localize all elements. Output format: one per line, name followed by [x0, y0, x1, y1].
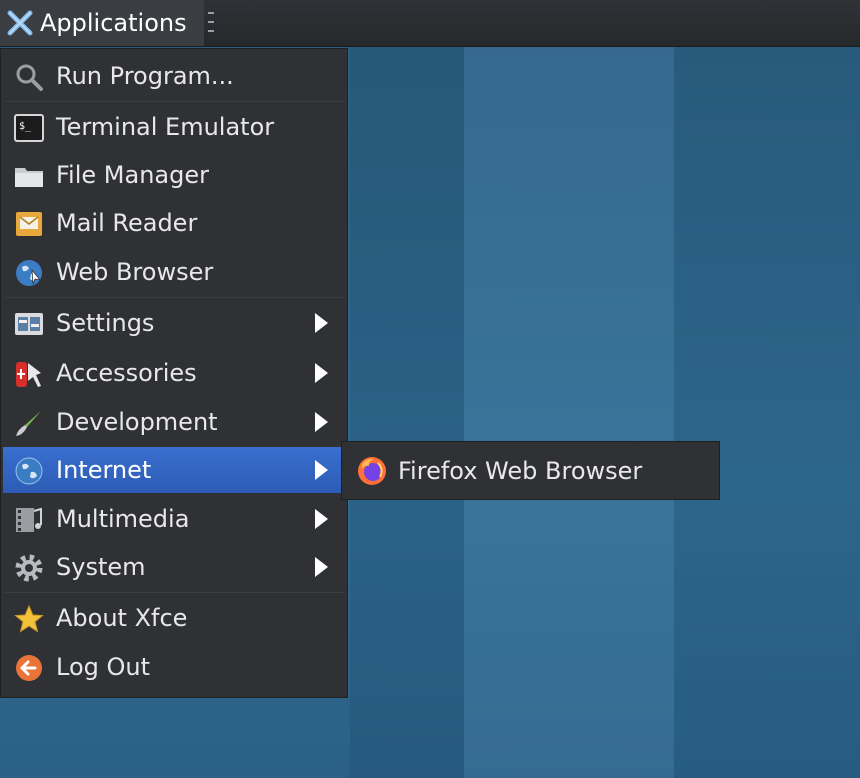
applications-menu: Run Program... $_ Terminal Emulator File…	[0, 48, 348, 698]
menu-item-label: Web Browser	[56, 258, 214, 286]
accessories-icon	[13, 358, 45, 390]
menu-item-settings[interactable]: Settings	[3, 300, 347, 346]
mail-icon	[13, 208, 45, 240]
menu-item-label: System	[56, 553, 146, 581]
submenu-arrow-icon	[315, 557, 328, 577]
menu-item-terminal-emulator[interactable]: $_ Terminal Emulator	[3, 104, 347, 150]
submenu-item-firefox[interactable]: Firefox Web Browser	[344, 447, 716, 495]
menu-item-mail-reader[interactable]: Mail Reader	[3, 200, 347, 246]
panel-handle[interactable]	[208, 12, 216, 32]
menu-item-file-manager[interactable]: File Manager	[3, 152, 347, 198]
applications-menu-button[interactable]: Applications	[0, 0, 204, 46]
svg-text:$_: $_	[19, 121, 32, 132]
folder-icon	[13, 160, 45, 192]
logout-icon	[13, 652, 45, 684]
menu-item-label: Run Program...	[56, 62, 234, 90]
terminal-icon: $_	[13, 112, 45, 144]
globe-icon	[13, 257, 45, 289]
top-panel: Applications	[0, 0, 860, 47]
menu-item-label: Log Out	[56, 653, 151, 681]
submenu-arrow-icon	[315, 460, 328, 480]
submenu-arrow-icon	[315, 509, 328, 529]
menu-item-label: Accessories	[56, 359, 197, 387]
settings-icon	[13, 308, 45, 340]
submenu-arrow-icon	[315, 313, 328, 333]
xfce-logo-icon	[7, 10, 33, 36]
menu-item-label: Multimedia	[56, 505, 190, 533]
menu-item-label: Settings	[56, 309, 155, 337]
submenu-arrow-icon	[315, 412, 328, 432]
menu-item-run-program[interactable]: Run Program...	[3, 53, 347, 99]
menu-item-system[interactable]: System	[3, 544, 347, 590]
internet-submenu: Firefox Web Browser	[341, 441, 720, 500]
menu-item-about-xfce[interactable]: About Xfce	[3, 595, 347, 641]
menu-separator	[5, 297, 345, 298]
menu-separator	[5, 101, 345, 102]
applications-label: Applications	[40, 9, 187, 37]
submenu-item-label: Firefox Web Browser	[398, 457, 643, 485]
wallpaper-stripe	[674, 46, 860, 778]
menu-item-label: About Xfce	[56, 604, 188, 632]
search-icon	[13, 61, 45, 93]
menu-item-label: Mail Reader	[56, 209, 198, 237]
submenu-arrow-icon	[315, 363, 328, 383]
menu-item-log-out[interactable]: Log Out	[3, 644, 347, 690]
wallpaper-stripe	[350, 46, 464, 778]
menu-item-development[interactable]: Development	[3, 399, 347, 445]
globe-icon	[13, 455, 45, 487]
wallpaper-stripe	[464, 46, 674, 778]
menu-separator	[5, 592, 345, 593]
menu-item-label: Terminal Emulator	[56, 113, 275, 141]
gear-icon	[13, 552, 45, 584]
menu-item-label: Development	[56, 408, 218, 436]
menu-item-label: Internet	[56, 456, 152, 484]
firefox-icon	[356, 455, 388, 487]
star-icon	[13, 603, 45, 635]
menu-item-accessories[interactable]: Accessories	[3, 350, 347, 396]
brush-icon	[13, 407, 45, 439]
menu-item-web-browser[interactable]: Web Browser	[3, 249, 347, 295]
menu-item-multimedia[interactable]: Multimedia	[3, 496, 347, 542]
menu-item-internet[interactable]: Internet	[3, 447, 347, 493]
menu-item-label: File Manager	[56, 161, 209, 189]
multimedia-icon	[13, 504, 45, 536]
